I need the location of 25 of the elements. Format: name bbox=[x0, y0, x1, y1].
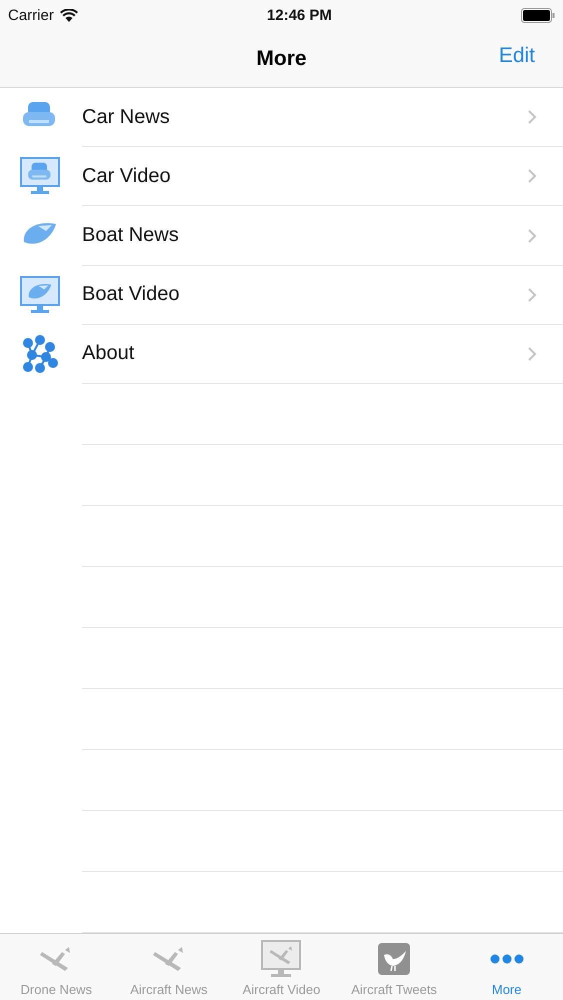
list-item[interactable]: Car News bbox=[82, 88, 563, 148]
tab-bar-item[interactable]: Drone News bbox=[0, 934, 113, 1000]
list-item[interactable]: About bbox=[82, 324, 563, 384]
list-item[interactable]: Car Video bbox=[82, 147, 563, 206]
tab-bar-item[interactable]: More bbox=[450, 934, 563, 1000]
list-item[interactable]: Boat News bbox=[82, 206, 563, 266]
clock-time: 12:46 PM bbox=[266, 6, 332, 24]
wifi-icon bbox=[60, 8, 78, 22]
bird-icon bbox=[378, 943, 410, 975]
plane-monitor-icon bbox=[261, 940, 302, 978]
tab-bar-item[interactable]: Aircraft Tweets bbox=[338, 934, 450, 1000]
list-item[interactable]: Boat Video bbox=[82, 266, 563, 325]
molecule-icon bbox=[20, 334, 60, 375]
tab-bar-item[interactable]: Aircraft Video bbox=[225, 934, 338, 1000]
boat-monitor-icon bbox=[20, 276, 60, 316]
chevron-icon bbox=[527, 286, 537, 303]
chevron-icon bbox=[527, 228, 537, 244]
tab-bar-item[interactable]: Aircraft News bbox=[112, 934, 226, 1000]
battery-icon bbox=[520, 8, 555, 22]
chevron-icon bbox=[527, 109, 537, 126]
carrier-label: Carrier bbox=[8, 6, 54, 24]
edit-button[interactable]: Edit bbox=[498, 44, 535, 68]
nav-title: More bbox=[256, 46, 307, 70]
chevron-icon bbox=[527, 168, 537, 184]
chevron-icon bbox=[527, 346, 537, 362]
